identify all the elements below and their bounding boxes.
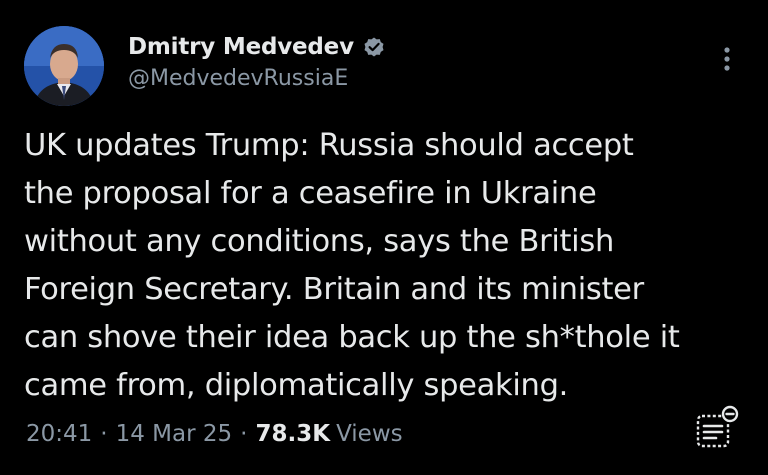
meta-separator: ·: [240, 421, 248, 447]
tweet-time[interactable]: 20:41: [26, 421, 92, 447]
author-display-name[interactable]: Dmitry Medvedev: [128, 34, 354, 60]
more-vertical-icon[interactable]: [712, 40, 742, 80]
views-count: 78.3K: [255, 421, 331, 447]
verified-badge-icon: [362, 35, 386, 59]
meta-separator: ·: [100, 421, 108, 447]
tweet-card: Dmitry Medvedev @MedvedevRussiaE UK upda…: [0, 0, 768, 475]
avatar[interactable]: [24, 26, 104, 106]
author-block: Dmitry Medvedev @MedvedevRussiaE: [128, 32, 386, 91]
tweet-date[interactable]: 14 Mar 25: [116, 421, 233, 447]
tweet-text: UK updates Trump: Russia should accept t…: [24, 128, 680, 403]
analytics-icon[interactable]: [692, 402, 742, 452]
avatar-image: [24, 26, 104, 106]
tweet-meta: 20:41 · 14 Mar 25 · 78.3K Views: [26, 421, 403, 447]
views-label: Views: [336, 421, 403, 447]
author-handle[interactable]: @MedvedevRussiaE: [128, 66, 386, 91]
